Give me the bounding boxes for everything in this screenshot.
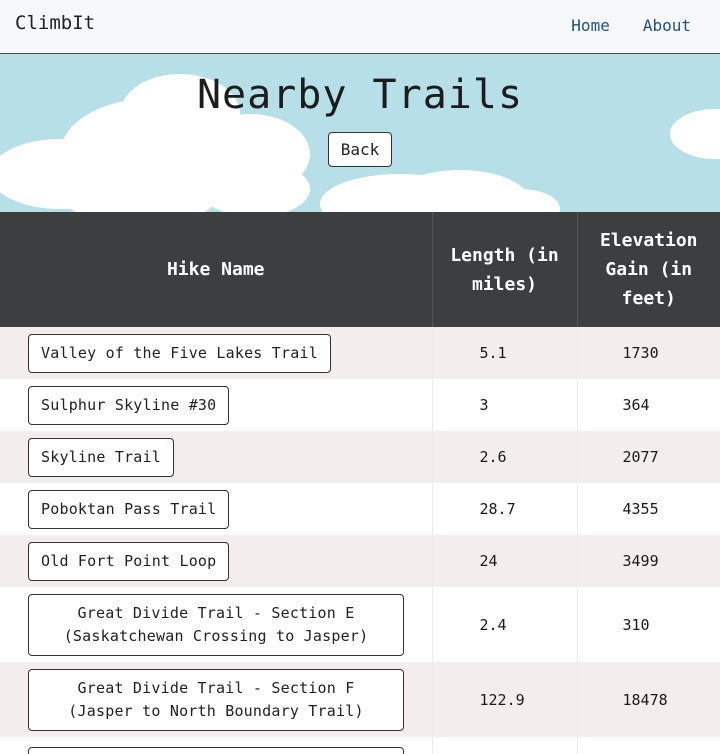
nav-link-home[interactable]: Home (557, 16, 627, 35)
trail-elevation-cell: 4355 (577, 483, 720, 535)
trail-elevation-cell: 3499 (577, 535, 720, 587)
trail-button[interactable]: Poboktan Pass Trail (28, 489, 230, 529)
trail-elevation-cell: 2077 (577, 431, 720, 483)
trail-name-cell: Poboktan Pass Trail (0, 483, 433, 535)
table-row: Sulphur Skyline #30 3 364 (0, 379, 720, 431)
table-row: Valley of the Five Lakes Trail 5.1 1730 (0, 327, 720, 379)
trail-length-cell: 2.4 (432, 587, 578, 662)
table-header: Hike Name Length (in miles) Elevation Ga… (0, 212, 720, 327)
column-header-length: Length (in miles) (432, 212, 578, 327)
trail-elevation-cell: 1730 (577, 327, 720, 379)
trail-length-cell (432, 737, 578, 754)
trail-name-cell: Valley of the Five Lakes Trail (0, 327, 433, 379)
table-row: Great Divide Trail - Section E (Saskatch… (0, 587, 720, 662)
trail-length-cell: 122.9 (432, 662, 578, 737)
table-row (0, 737, 720, 754)
hero-banner: Nearby Trails Back (0, 54, 720, 212)
nav-links: Home About (557, 16, 705, 36)
trail-button[interactable]: Great Divide Trail - Section E (Saskatch… (28, 593, 404, 656)
navbar: ClimbIt Home About (0, 0, 720, 54)
trail-length-cell: 24 (432, 535, 578, 587)
trail-button[interactable]: Old Fort Point Loop (28, 541, 230, 581)
table-row: Great Divide Trail - Section F (Jasper t… (0, 662, 720, 737)
trail-button[interactable]: Sulphur Skyline #30 (28, 385, 230, 425)
trail-name-cell: Great Divide Trail - Section F (Jasper t… (0, 662, 433, 737)
trail-name-cell: Great Divide Trail - Section E (Saskatch… (0, 587, 433, 662)
back-button[interactable]: Back (327, 132, 393, 167)
trail-length-cell: 5.1 (432, 327, 578, 379)
page-title: Nearby Trails (196, 72, 524, 118)
nav-link-about[interactable]: About (627, 16, 705, 35)
trail-name-cell: Old Fort Point Loop (0, 535, 433, 587)
trail-elevation-cell: 310 (577, 587, 720, 662)
column-header-elevation: Elevation Gain (in feet) (577, 212, 720, 327)
trail-button[interactable] (28, 747, 404, 754)
table-row: Old Fort Point Loop 24 3499 (0, 535, 720, 587)
trail-length-cell: 3 (432, 379, 578, 431)
trail-button[interactable]: Skyline Trail (28, 437, 174, 477)
trail-length-cell: 28.7 (432, 483, 578, 535)
trail-button[interactable]: Great Divide Trail - Section F (Jasper t… (28, 668, 404, 731)
column-header-hike-name: Hike Name (0, 212, 433, 327)
trail-elevation-cell: 364 (577, 379, 720, 431)
trail-name-cell: Sulphur Skyline #30 (0, 379, 433, 431)
trail-elevation-cell: 18478 (577, 662, 720, 737)
trail-name-cell: Skyline Trail (0, 431, 433, 483)
table-row: Poboktan Pass Trail 28.7 4355 (0, 483, 720, 535)
trail-button[interactable]: Valley of the Five Lakes Trail (28, 333, 331, 373)
brand-logo[interactable]: ClimbIt (15, 12, 95, 34)
trail-elevation-cell (577, 737, 720, 754)
trail-length-cell: 2.6 (432, 431, 578, 483)
table-body: Valley of the Five Lakes Trail 5.1 1730 Sul… (0, 327, 720, 754)
trails-table: Hike Name Length (in miles) Elevation Ga… (0, 212, 720, 754)
trail-name-cell (0, 737, 433, 754)
table-row: Skyline Trail 2.6 2077 (0, 431, 720, 483)
